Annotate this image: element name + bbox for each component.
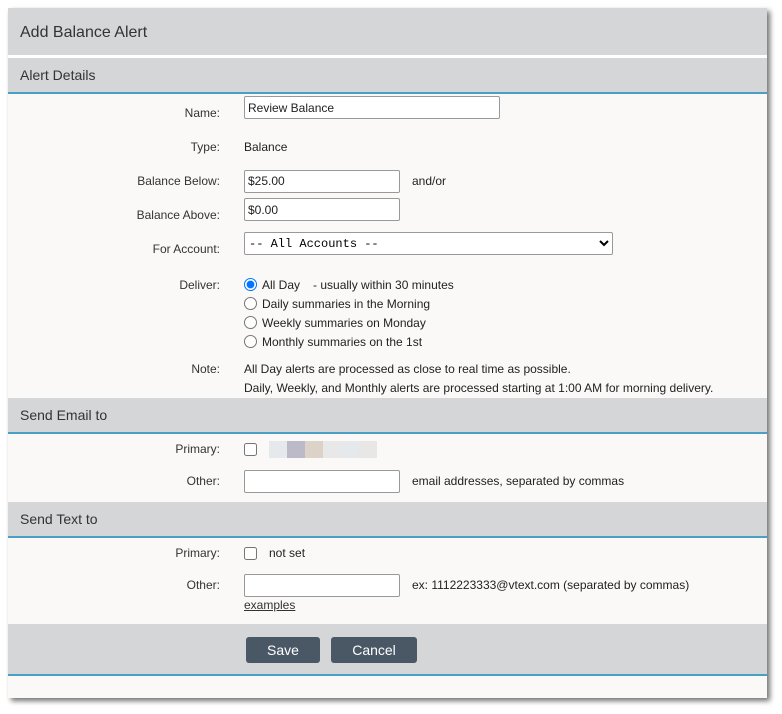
account-select[interactable]: -- All Accounts -- [244,232,613,255]
balance-below-label: Balance Below: [137,174,220,188]
text-primary-label: Primary: [175,546,220,560]
dialog-title: Add Balance Alert [8,8,767,58]
email-hint: email addresses, separated by commas [412,474,625,488]
email-primary-checkbox[interactable] [244,442,257,456]
email-other-input[interactable] [244,469,400,493]
balance-below-input[interactable] [244,169,400,193]
text-other-input[interactable] [244,573,400,597]
section-send-text: Send Text to [8,502,767,538]
examples-link[interactable]: examples [244,598,295,612]
deliver-option-monthly[interactable]: Monthly summaries on the 1st [244,332,454,351]
section-alert-details: Alert Details [8,58,767,94]
and-or-text: and/or [412,174,447,188]
all-day-note: - usually within 30 minutes [313,277,454,292]
section-send-email: Send Email to [8,398,767,434]
deliver-option-all-day[interactable]: All Day - usually within 30 minutes [244,275,454,294]
name-label: Name: [184,106,220,120]
radio-all-day[interactable] [244,278,257,291]
radio-monthly[interactable] [244,335,257,348]
text-hint: ex: 1112223333@vtext.com (separated by c… [412,578,690,592]
account-label: For Account: [152,242,220,256]
note-label: Note: [191,362,220,376]
deliver-option-daily[interactable]: Daily summaries in the Morning [244,294,454,313]
email-other-label: Other: [186,474,220,488]
email-primary-label: Primary: [175,442,220,456]
cancel-button[interactable]: Cancel [331,637,417,663]
balance-above-label: Balance Above: [136,208,220,222]
radio-daily[interactable] [244,297,257,310]
type-value: Balance [244,140,288,154]
redacted-email [269,440,377,458]
text-primary-checkbox[interactable] [244,546,257,560]
name-input[interactable] [244,96,500,119]
deliver-label: Deliver: [179,278,220,292]
type-label: Type: [190,140,220,154]
text-other-label: Other: [186,578,220,592]
deliver-option-weekly[interactable]: Weekly summaries on Monday [244,313,454,332]
balance-above-input[interactable] [244,198,400,221]
save-button[interactable]: Save [246,637,320,663]
radio-weekly[interactable] [244,316,257,329]
note-line: All Day alerts are processed as close to… [244,362,571,376]
note-line: Daily, Weekly, and Monthly alerts are pr… [244,381,714,395]
text-primary-value: not set [269,546,306,560]
add-balance-alert-dialog: Add Balance Alert Alert Details Name: Ty… [8,8,767,698]
